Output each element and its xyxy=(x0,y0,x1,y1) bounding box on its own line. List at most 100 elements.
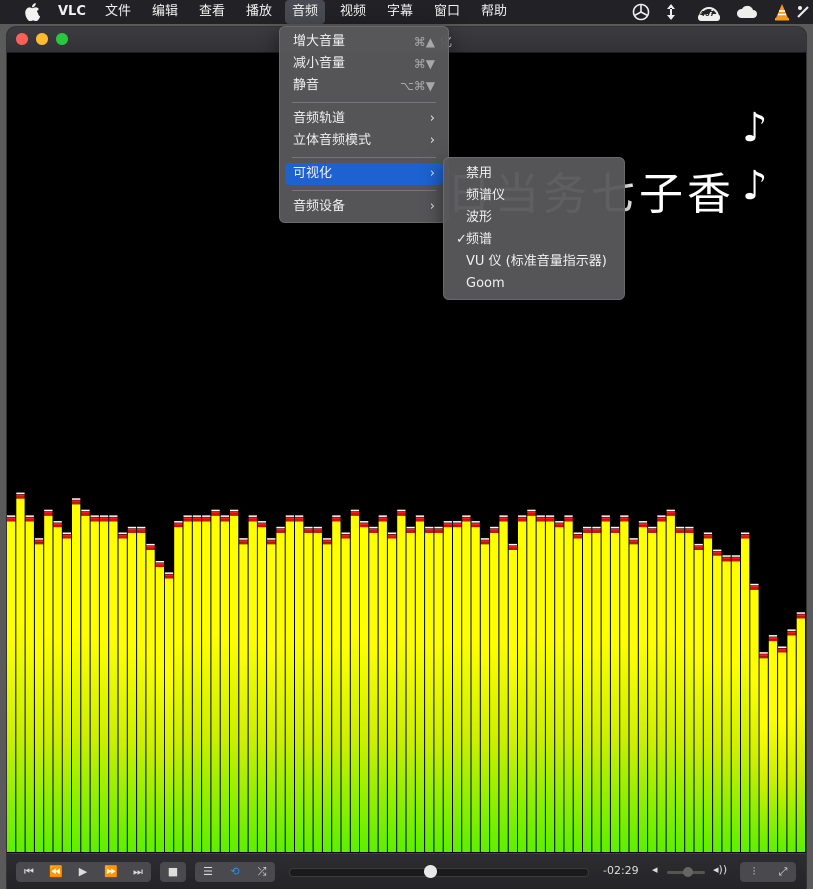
spectrum-bar xyxy=(118,538,127,852)
viz-item-disabled[interactable]: 禁用 xyxy=(449,163,619,185)
menu-video[interactable]: 视频 xyxy=(340,0,366,24)
menu-item-audio-device[interactable]: 音频设备 › xyxy=(285,196,443,218)
equalizer-icon[interactable]: ⫶ xyxy=(740,862,768,882)
menu-item-audio-track[interactable]: 音频轨道 › xyxy=(285,108,443,130)
vlc-cone-icon[interactable] xyxy=(774,3,790,21)
spectrum-peak-cap xyxy=(638,521,648,523)
spectrum-bar xyxy=(239,544,248,852)
spectrum-peak xyxy=(434,528,443,531)
audio-menu: 增大音量 ⌘▲ 减小音量 ⌘▼ 静音 ⌥⌘▼ 音频轨道 › 立体音频模式 › 可… xyxy=(279,26,449,223)
menu-item-volume-down[interactable]: 减小音量 ⌘▼ xyxy=(285,53,443,75)
menu-subtitles[interactable]: 字幕 xyxy=(387,0,413,24)
spectrum-bar xyxy=(267,544,276,852)
spectrum-bar xyxy=(397,515,406,852)
stop-icon[interactable]: ■ xyxy=(160,862,186,882)
shuffle-icon[interactable]: ⤮ xyxy=(249,862,275,882)
spectrum-peak xyxy=(192,517,202,520)
menu-item-label: 减小音量 xyxy=(293,56,346,71)
spectrum-peak-cap xyxy=(741,532,750,534)
spectrum-peak xyxy=(341,534,350,537)
menu-item-mute[interactable]: 静音 ⌥⌘▼ xyxy=(285,75,443,97)
volume-high-icon[interactable]: ◂)) xyxy=(713,863,727,876)
spectrum-bar xyxy=(685,532,694,852)
viz-item-goom[interactable]: Goom xyxy=(449,273,619,295)
spectrum-peak-cap xyxy=(713,549,722,552)
spectrum-bar-edge xyxy=(295,519,304,522)
close-button[interactable] xyxy=(16,33,28,45)
spectrum-bar-edge xyxy=(360,525,369,528)
spectrum-bar xyxy=(53,527,62,852)
spectrum-peak xyxy=(694,545,703,548)
menu-extra-icon[interactable] xyxy=(796,3,810,21)
menu-view[interactable]: 查看 xyxy=(199,0,225,24)
spectrum-peak-cap xyxy=(341,532,350,534)
spectrum-bar-edge xyxy=(183,519,192,522)
menu-vlc[interactable]: VLC xyxy=(58,0,86,24)
spectrum-peak-cap xyxy=(443,521,452,523)
seek-knob[interactable] xyxy=(424,865,438,878)
fullscreen-icon[interactable]: ⤢ xyxy=(769,862,797,882)
viz-item-spectrometer[interactable]: 频谱仪 xyxy=(449,185,619,207)
volume-knob[interactable] xyxy=(683,867,694,877)
spectrum-peak xyxy=(741,534,750,537)
chevron-right-icon: › xyxy=(429,111,435,126)
play-icon[interactable]: ▶ xyxy=(70,862,96,882)
spectrum-bar xyxy=(694,549,703,852)
apple-icon[interactable] xyxy=(24,3,40,21)
minimize-button[interactable] xyxy=(36,33,48,45)
volume-slider[interactable] xyxy=(667,867,705,877)
rewind-icon[interactable]: ⏪ xyxy=(43,862,69,882)
seek-bar[interactable] xyxy=(289,865,589,878)
skip-back-icon[interactable]: ⏮ xyxy=(16,862,42,882)
spectrum-peak xyxy=(480,540,490,543)
spectrum-bar xyxy=(666,515,675,852)
menu-item-label: 增大音量 xyxy=(293,34,346,49)
spectrum-bar xyxy=(583,532,592,852)
spectrum-bar xyxy=(183,521,192,852)
spectrum-bar-edge xyxy=(257,525,267,528)
spectrum-bar xyxy=(202,521,211,852)
cloud-icon[interactable] xyxy=(736,3,758,21)
spectrum-bar xyxy=(545,521,555,852)
spectrum-peak-cap xyxy=(360,521,369,523)
spectrum-peak xyxy=(415,517,425,520)
spectrum-bar xyxy=(16,498,25,852)
spectrum-bar-edge xyxy=(462,519,471,522)
spectrum-bar xyxy=(34,544,44,852)
menu-item-visualization[interactable]: 可视化 › xyxy=(285,163,443,185)
menu-file[interactable]: 文件 xyxy=(105,0,131,24)
menu-audio[interactable]: 音频 xyxy=(285,0,326,24)
volume-low-icon[interactable]: ◂ xyxy=(652,863,658,876)
spectrum-peak-cap xyxy=(267,538,276,540)
menu-window[interactable]: 窗口 xyxy=(434,0,460,24)
sort-arrows-icon[interactable] xyxy=(664,3,678,21)
spectrum-peak xyxy=(276,528,285,531)
menu-edit[interactable]: 编辑 xyxy=(152,0,178,24)
spectrum-peak-cap xyxy=(480,538,490,540)
spectrum-bar xyxy=(573,538,582,852)
viz-item-vu-meter[interactable]: VU 仪 (标准音量指示器) xyxy=(449,251,619,273)
spectrum-peak-cap xyxy=(350,509,360,512)
spectrum-bar-edge xyxy=(109,519,118,522)
spectrum-bar-edge xyxy=(685,530,694,533)
spectrum-bar-edge xyxy=(750,587,759,590)
spectrum-peak xyxy=(155,563,164,565)
fast-forward-icon[interactable]: ⏩ xyxy=(98,862,124,882)
skip-forward-icon[interactable]: ⏭ xyxy=(125,862,151,882)
status-ball-icon[interactable] xyxy=(632,3,650,21)
spectrum-bar xyxy=(527,515,536,852)
menu-item-volume-up[interactable]: 增大音量 ⌘▲ xyxy=(285,31,443,53)
menu-playback[interactable]: 播放 xyxy=(246,0,272,24)
zoom-button[interactable] xyxy=(56,33,68,45)
spectrum-peak xyxy=(685,528,694,531)
menu-item-stereo-mode[interactable]: 立体音频模式 › xyxy=(285,130,443,152)
loop-icon[interactable]: ⟲ xyxy=(222,862,248,882)
viz-item-spectrum[interactable]: ✓ 频谱 xyxy=(449,229,619,251)
playlist-icon[interactable]: ☰ xyxy=(195,862,221,882)
spectrum-peak xyxy=(146,545,155,548)
spectrum-peak xyxy=(127,528,137,531)
spectrum-bar xyxy=(341,538,350,852)
menu-help[interactable]: 帮助 xyxy=(481,0,507,24)
menu-item-label: 立体音频模式 xyxy=(293,133,372,148)
viz-item-scope[interactable]: 波形 xyxy=(449,207,619,229)
